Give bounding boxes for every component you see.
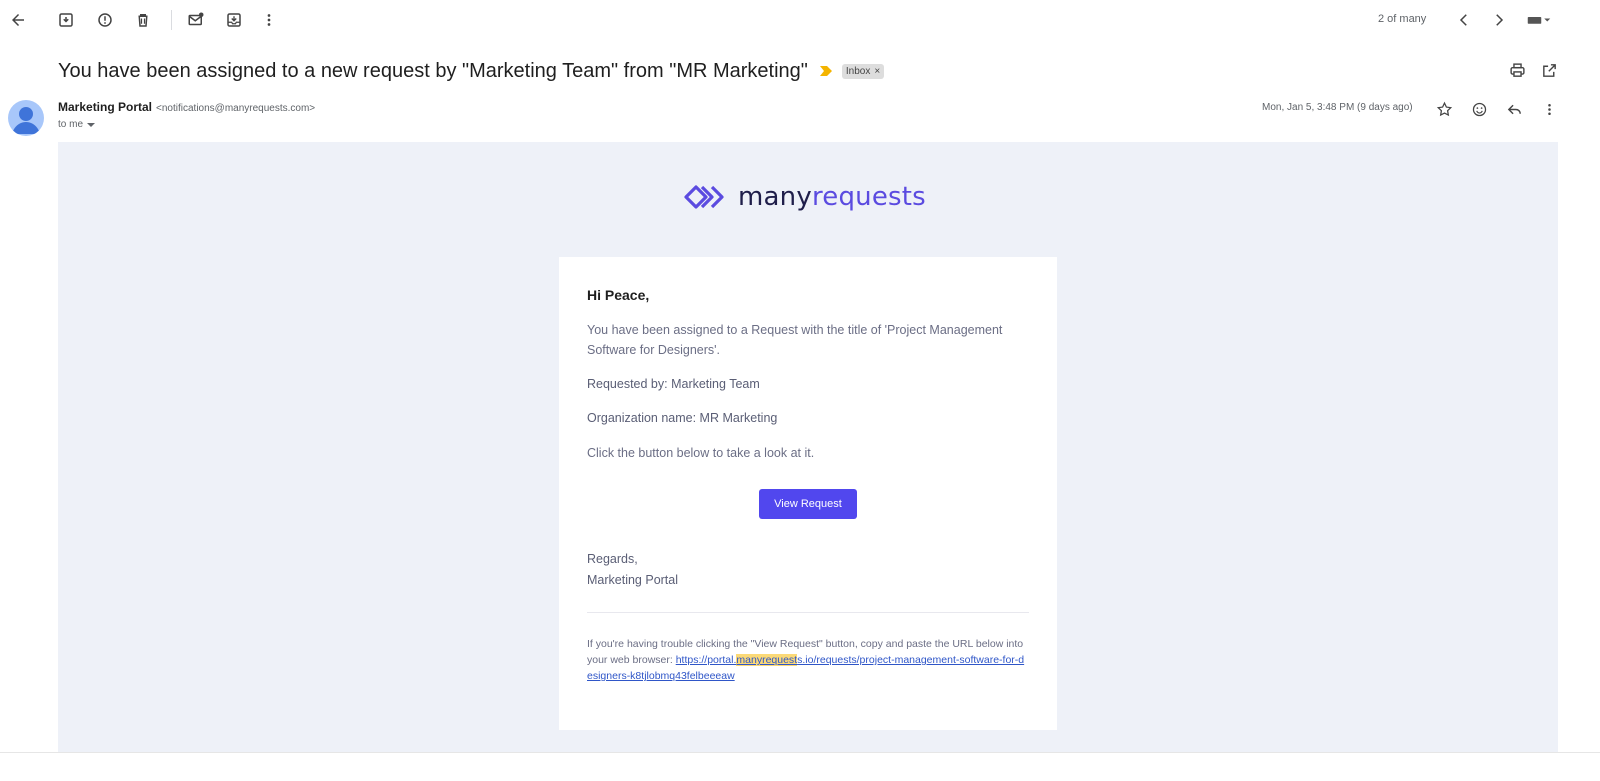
message-toolbar: 2 of many: [0, 0, 1600, 40]
logo-text-requests: requests: [811, 182, 926, 212]
url-prefix: https://portal.: [675, 654, 737, 666]
greeting: Hi Peace,: [587, 287, 650, 303]
recipient-details-toggle[interactable]: to me: [58, 119, 96, 130]
recipient-text: to me: [58, 119, 84, 130]
caret-down-icon: [87, 122, 96, 127]
sender-name[interactable]: Marketing Portal: [58, 100, 152, 114]
message-more-icon[interactable]: [1538, 98, 1560, 120]
manyrequests-logo-icon: [684, 185, 724, 209]
message-date: Mon, Jan 5, 3:48 PM (9 days ago): [1262, 102, 1413, 113]
divider: [587, 612, 1029, 613]
avatar[interactable]: [8, 100, 44, 136]
regards-text: Regards,: [587, 552, 638, 566]
toolbar-separator: [171, 10, 172, 30]
importance-marker-icon[interactable]: [819, 66, 832, 76]
keyboard-input-icon[interactable]: [1522, 8, 1556, 32]
logo-text-many: many: [738, 182, 812, 212]
report-spam-icon[interactable]: [93, 8, 117, 32]
manyrequests-logo: manyrequests: [684, 180, 926, 214]
requested-by: Requested by: Marketing Team: [587, 377, 760, 391]
bottom-divider: [0, 752, 1600, 753]
sender-email: <notifications@manyrequests.com>: [156, 103, 316, 114]
move-to-inbox-icon[interactable]: [222, 8, 246, 32]
emoji-reaction-icon[interactable]: [1468, 98, 1490, 120]
chevron-right-icon[interactable]: [1487, 8, 1511, 32]
print-icon[interactable]: [1506, 59, 1528, 81]
default-avatar-icon: [12, 107, 40, 134]
url-highlighted: manyrequest: [736, 654, 798, 666]
subject-row: You have been assigned to a new request …: [58, 56, 885, 86]
email-card: Hi Peace, You have been assigned to a Re…: [559, 257, 1057, 730]
archive-icon[interactable]: [54, 8, 78, 32]
instruction-text: Click the button below to take a look at…: [587, 446, 815, 460]
footer-note: If you're having trouble clicking the "V…: [587, 636, 1029, 684]
email-body: manyrequests Hi Peace, You have been ass…: [58, 142, 1558, 752]
mark-unread-icon[interactable]: [184, 8, 208, 32]
email-subject: You have been assigned to a new request …: [58, 59, 808, 82]
sender-line: Marketing Portal <notifications@manyrequ…: [58, 100, 315, 114]
inbox-label-text: Inbox: [845, 65, 871, 77]
pager-text: 2 of many: [1378, 13, 1427, 25]
trash-icon[interactable]: [131, 8, 155, 32]
open-in-new-window-icon[interactable]: [1538, 59, 1560, 81]
more-vert-icon[interactable]: [257, 8, 281, 32]
star-icon[interactable]: [1433, 98, 1455, 120]
reply-icon[interactable]: [1503, 98, 1525, 120]
signature-text: Marketing Portal: [587, 573, 679, 587]
chevron-left-icon[interactable]: [1452, 8, 1476, 32]
remove-label-icon[interactable]: ×: [874, 66, 880, 77]
assignment-paragraph: You have been assigned to a Request with…: [587, 323, 1003, 357]
organization-name: Organization name: MR Marketing: [587, 411, 778, 425]
back-arrow-icon[interactable]: [6, 8, 30, 32]
view-request-button[interactable]: View Request: [759, 489, 857, 519]
inbox-label-chip: Inbox ×: [841, 63, 885, 79]
